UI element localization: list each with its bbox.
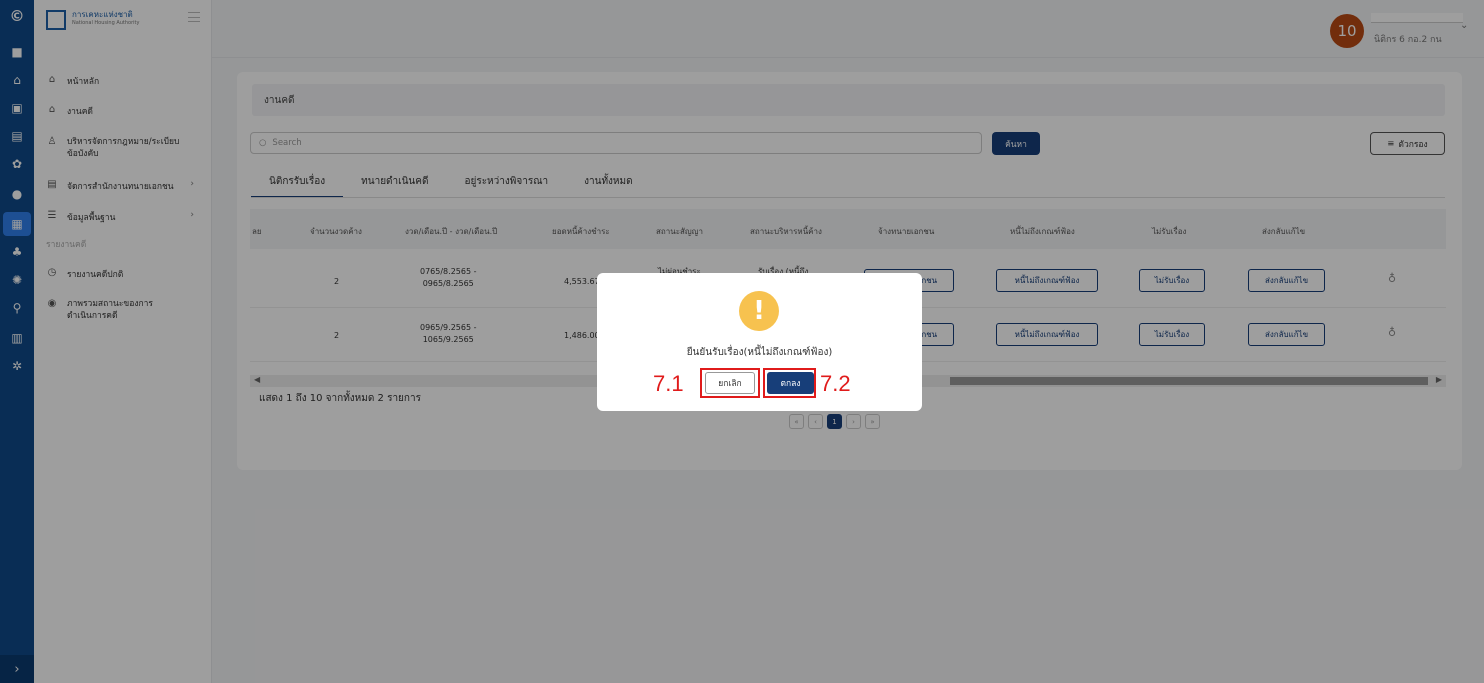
cancel-highlight-box (700, 368, 760, 398)
dialog-message: ยืนยันรับเรื่อง(หนี้ไม่ถึงเกณฑ์ฟ้อง) (686, 347, 833, 358)
ok-highlight-box (763, 368, 816, 398)
annotation-ok: 7.2 (820, 371, 851, 396)
annotation-cancel: 7.1 (653, 371, 684, 396)
warning-icon: ! (739, 291, 779, 331)
